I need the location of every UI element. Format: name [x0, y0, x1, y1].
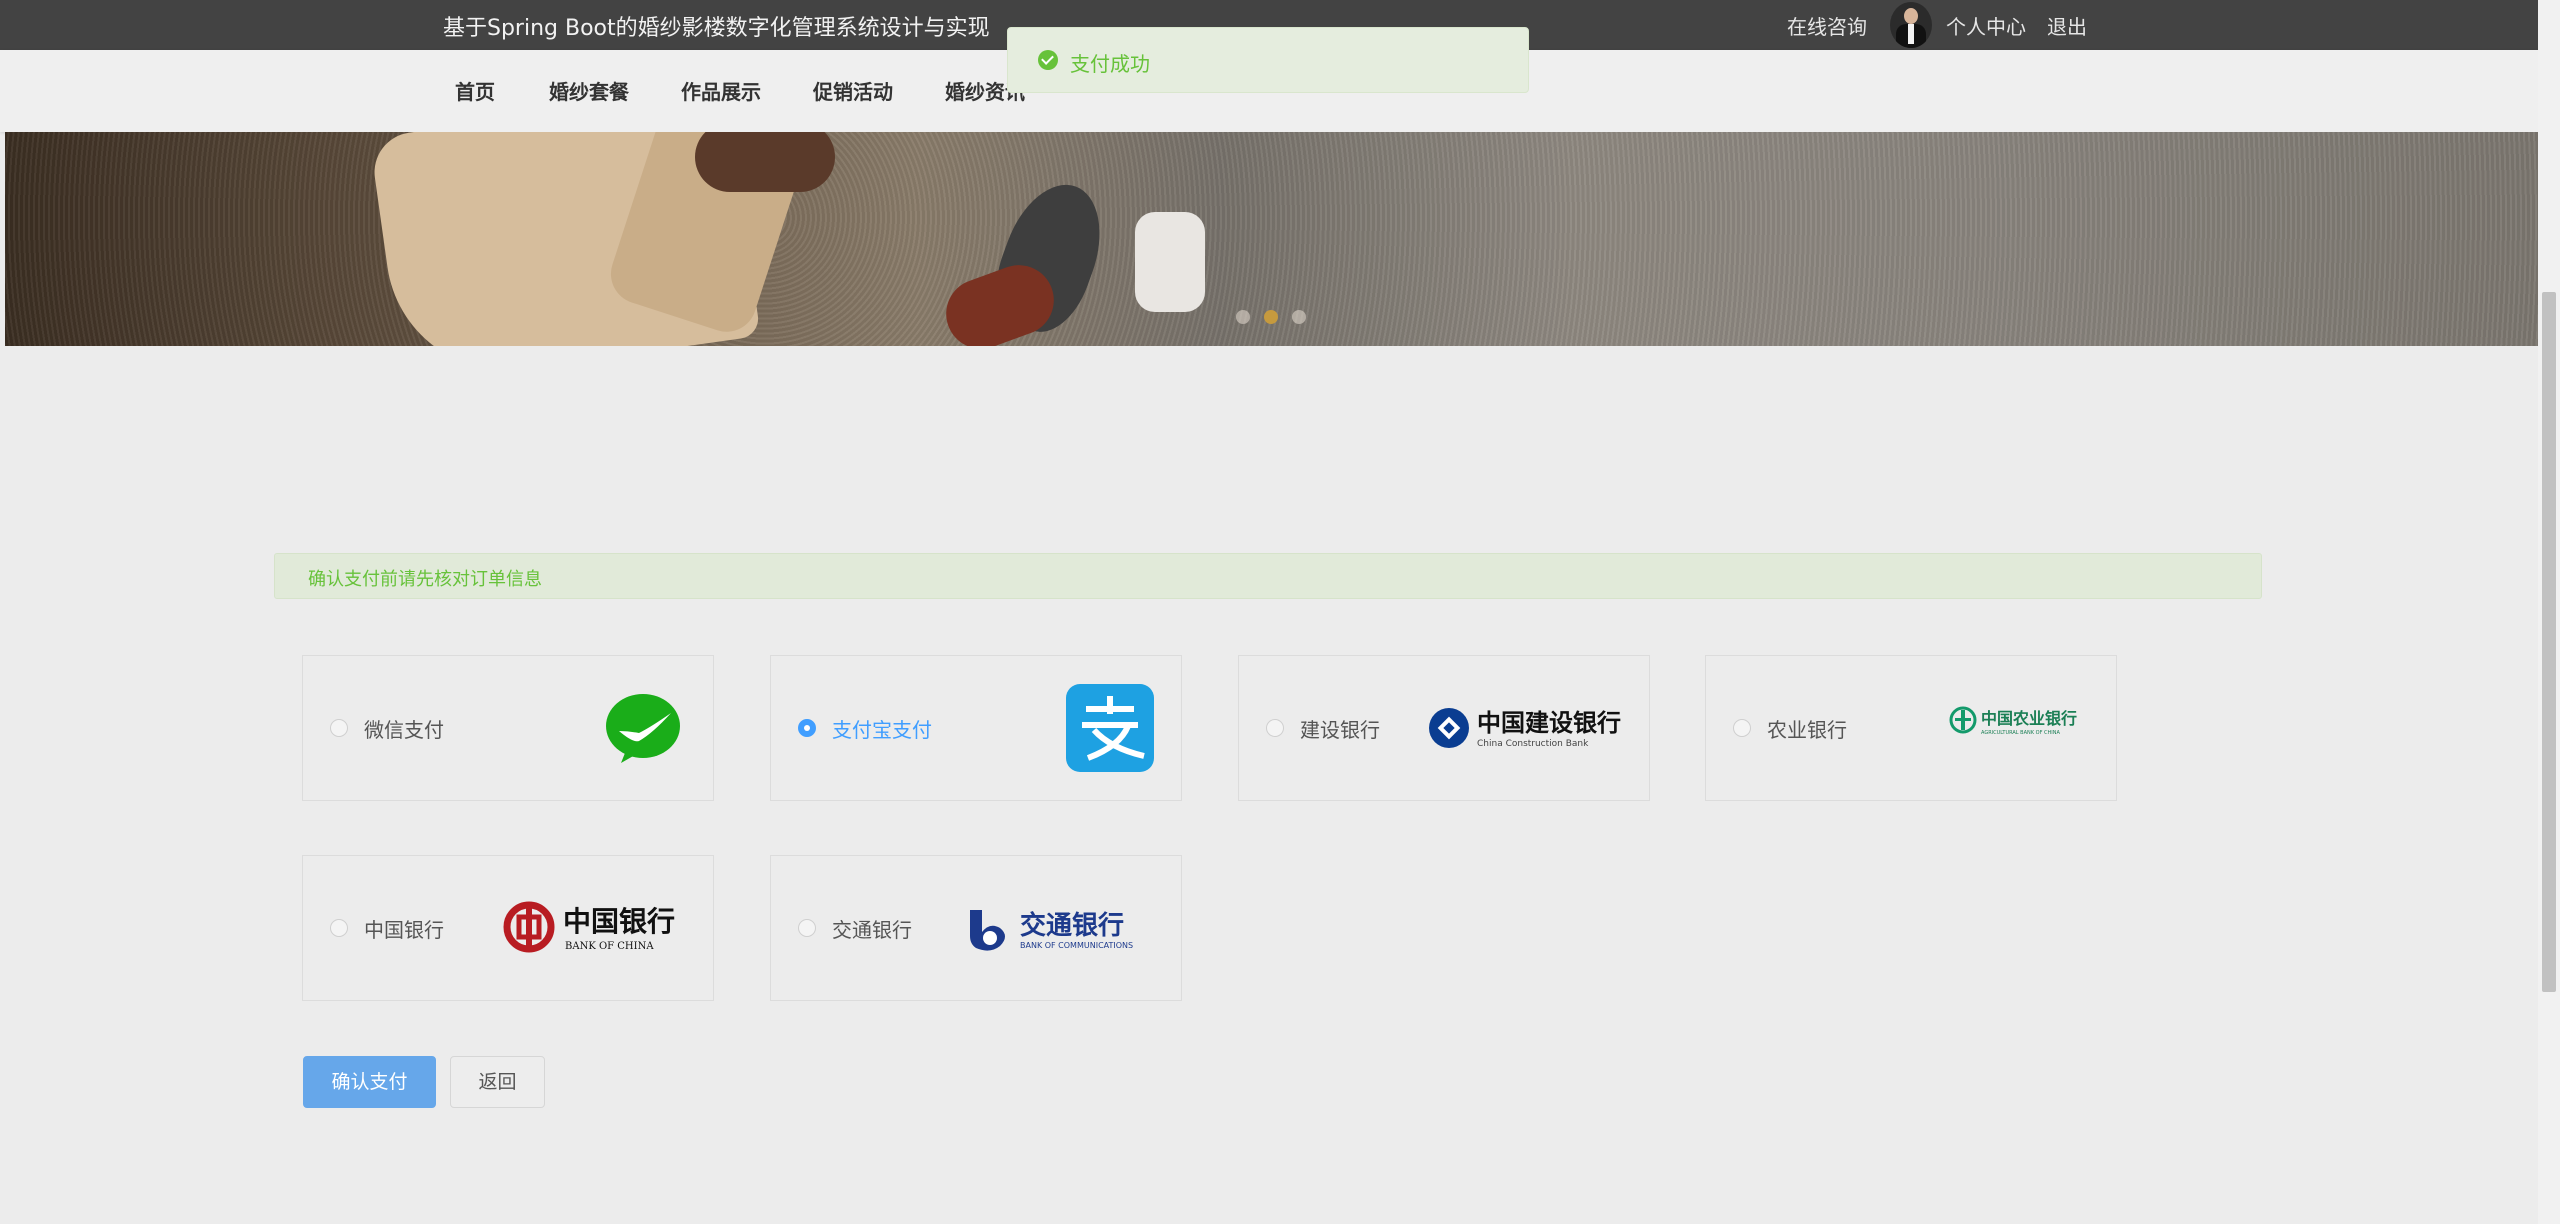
abc-logo: 中国农业银行 AGRICULTURAL BANK OF CHINA	[1949, 706, 2077, 736]
banner-carousel[interactable]	[5, 132, 2538, 346]
pay-label-boc: 中国银行	[364, 918, 444, 942]
radio-alipay-selected[interactable]	[798, 719, 816, 737]
carousel-dot[interactable]	[1292, 310, 1306, 324]
scrollbar-thumb[interactable]	[2542, 292, 2556, 992]
wechat-pay-logo	[606, 694, 680, 763]
pay-option-abc[interactable]: 农业银行 中国农业银行 AGRICULTURAL BANK OF CHINA	[1705, 655, 2117, 801]
boc-logo-text: 中国银行	[563, 905, 675, 938]
carousel-dot-active[interactable]	[1264, 310, 1278, 324]
pay-label-abc: 农业银行	[1767, 718, 1847, 742]
pay-option-boc[interactable]: 中国银行 中国银行 BANK OF CHINA	[302, 855, 714, 1001]
back-button[interactable]: 返回	[450, 1056, 545, 1108]
pay-option-bocom[interactable]: 交通银行 交通银行 BANK OF COMMUNICATIONS	[770, 855, 1182, 1001]
bocom-logo: 交通银行 BANK OF COMMUNICATIONS	[970, 910, 1133, 951]
order-notice-alert: 确认支付前请先核对订单信息	[274, 553, 2262, 599]
abc-logo-text: 中国农业银行	[1981, 709, 2077, 728]
radio-wechat[interactable]	[330, 719, 348, 737]
pay-label-wechat: 微信支付	[364, 718, 444, 742]
page-scrollbar[interactable]	[2538, 0, 2560, 1224]
site-title: 基于Spring Boot的婚纱影楼数字化管理系统设计与实现	[443, 16, 990, 41]
success-check-icon	[1038, 50, 1058, 70]
confirm-pay-button[interactable]: 确认支付	[303, 1056, 436, 1108]
abc-logo-sub: AGRICULTURAL BANK OF CHINA	[1981, 730, 2061, 736]
toast-message: 支付成功	[1070, 52, 1150, 76]
pay-option-wechat[interactable]: 微信支付	[302, 655, 714, 801]
bocom-logo-sub: BANK OF COMMUNICATIONS	[1020, 941, 1133, 950]
pay-option-alipay[interactable]: 支付宝支付	[770, 655, 1182, 801]
radio-boc[interactable]	[330, 919, 348, 937]
ccb-logo: 中国建设银行 China Construction Bank	[1429, 708, 1621, 749]
ccb-logo-sub: China Construction Bank	[1477, 739, 1589, 749]
success-toast: 支付成功	[1007, 27, 1529, 93]
nav-item-packages[interactable]: 婚纱套餐	[549, 76, 629, 105]
online-consult-link[interactable]: 在线咨询	[1787, 11, 1867, 40]
carousel-dot[interactable]	[1236, 310, 1250, 324]
notice-text: 确认支付前请先核对订单信息	[308, 569, 542, 590]
nav-item-promotions[interactable]: 促销活动	[813, 76, 893, 105]
pay-label-bocom: 交通银行	[832, 918, 912, 942]
logout-link[interactable]: 退出	[2047, 11, 2087, 40]
radio-ccb[interactable]	[1266, 719, 1284, 737]
user-center-link[interactable]: 个人中心	[1946, 11, 2026, 40]
boc-logo: 中国银行 BANK OF CHINA	[503, 901, 675, 953]
pay-option-ccb[interactable]: 建设银行 中国建设银行 China Construction Bank	[1238, 655, 1650, 801]
radio-abc[interactable]	[1733, 719, 1751, 737]
bocom-logo-text: 交通银行	[1020, 910, 1124, 941]
pay-label-alipay: 支付宝支付	[832, 718, 932, 742]
avatar[interactable]	[1890, 2, 1932, 48]
nav-item-works[interactable]: 作品展示	[681, 76, 761, 105]
alipay-logo	[1066, 684, 1154, 772]
pay-label-ccb: 建设银行	[1300, 718, 1380, 742]
nav-item-home[interactable]: 首页	[455, 76, 495, 105]
radio-bocom[interactable]	[798, 919, 816, 937]
boc-logo-sub: BANK OF CHINA	[565, 941, 654, 952]
ccb-logo-text: 中国建设银行	[1477, 709, 1621, 737]
